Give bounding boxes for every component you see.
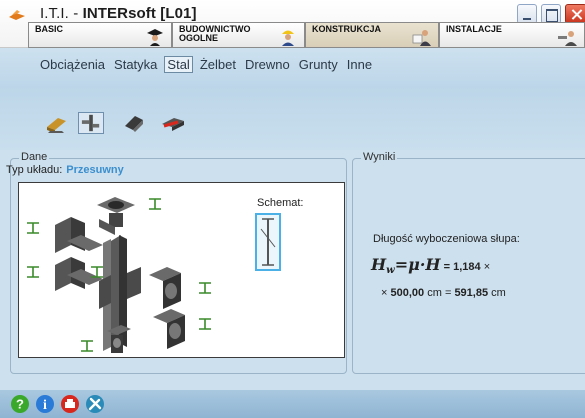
formula-subscript: w [386, 265, 395, 276]
times-sign: × [483, 261, 491, 273]
module-tab-instalacje[interactable]: INSTALACJE [439, 22, 585, 48]
column-schema-icon [260, 218, 276, 266]
bottom-toolbar: ? i [0, 390, 585, 418]
left-upper-connection[interactable] [55, 217, 103, 253]
help-icon[interactable]: ? [10, 394, 30, 414]
result-times-sign: × [381, 287, 388, 299]
iti-logo-icon [9, 10, 25, 20]
i-profile-icon[interactable] [27, 222, 39, 234]
module-tab-konstrukcja[interactable]: KONSTRUKCJA [305, 22, 439, 48]
left-lower-connection[interactable] [55, 257, 103, 291]
tools-icon[interactable] [85, 394, 105, 414]
menu-item-obciazenia[interactable]: Obciążenia [38, 56, 107, 73]
dane-title: Dane [19, 151, 50, 163]
roof-truss-icon[interactable] [122, 112, 148, 134]
result-unit: cm [491, 287, 506, 299]
menu-item-grunty[interactable]: Grunty [297, 56, 340, 73]
i-profile-icon[interactable] [199, 282, 211, 294]
module-tab-budownictwo[interactable]: BUDOWNICTWO OGOLNE [172, 22, 305, 48]
tool-row [0, 86, 585, 150]
beam-icon[interactable] [44, 112, 70, 134]
wyniki-panel: Wyniki Długość wyboczeniowa słupa: Hw=μ·… [352, 151, 585, 374]
top-connection[interactable] [97, 197, 135, 235]
buckling-length-value: 591,85 [454, 287, 489, 299]
connection-diagram [27, 197, 211, 353]
wyniki-title: Wyniki [361, 151, 398, 163]
typ-ukladu-row: Typ układu: Przesuwny [6, 164, 124, 176]
i-profile-icon[interactable] [149, 198, 161, 210]
connection-drawing-area: Schemat: [18, 182, 345, 358]
column-connection-icon[interactable] [78, 112, 104, 134]
window-title: I.T.I. - INTERsoft [L01] [40, 5, 197, 22]
menu-bar: Obciążenia Statyka Stal Żelbet Drewno Grunty I… [0, 48, 585, 86]
graduate-icon [147, 29, 163, 46]
formula-rhs: =μ·H [394, 255, 441, 274]
formula-lhs: H [371, 255, 387, 274]
schemat-preview[interactable] [255, 213, 281, 271]
right-lower-connection[interactable] [153, 309, 185, 349]
column-height-value: 500,00 [390, 287, 425, 299]
print-icon[interactable] [60, 394, 80, 414]
typ-ukladu-value[interactable]: Przesuwny [66, 164, 123, 176]
close-button[interactable] [565, 4, 585, 24]
red-connection-icon[interactable] [160, 112, 186, 134]
builder-icon [282, 30, 294, 46]
buckling-formula: Hw=μ·H = 1,184 × [371, 255, 490, 276]
i-profile-icon[interactable] [199, 318, 211, 330]
buckling-length-label: Długość wyboczeniowa słupa: [373, 233, 520, 245]
module-tabs: BASIC BUDOWNICTWO OGOLNE KONSTRUKCJA INS… [0, 22, 585, 48]
menu-item-stal[interactable]: Stal [164, 56, 193, 73]
i-profile-icon[interactable] [27, 266, 39, 278]
minimize-button[interactable] [517, 4, 537, 24]
schemat-label: Schemat: [257, 197, 304, 209]
engineer-icon [412, 30, 431, 46]
info-icon[interactable]: i [35, 394, 55, 414]
result-equals: cm = [427, 287, 452, 299]
i-profile-icon[interactable] [81, 340, 93, 352]
menu-item-inne[interactable]: Inne [345, 56, 374, 73]
svg-text:?: ? [16, 397, 24, 412]
plumber-icon [558, 31, 577, 46]
svg-text:i: i [43, 398, 47, 413]
menu-item-statyka[interactable]: Statyka [112, 56, 159, 73]
menu-item-drewno[interactable]: Drewno [243, 56, 292, 73]
mu-value: = 1,184 [443, 261, 481, 273]
right-upper-connection[interactable] [149, 267, 181, 309]
maximize-button[interactable] [541, 4, 561, 24]
category-menu: Obciążenia Statyka Stal Żelbet Drewno Grunty I… [38, 56, 379, 73]
main-area: Dane Typ układu: Przesuwny Schemat: Wyni… [0, 150, 585, 390]
menu-item-zelbet[interactable]: Żelbet [198, 56, 238, 73]
typ-ukladu-label: Typ układu: [6, 164, 63, 176]
module-tab-basic[interactable]: BASIC [28, 22, 172, 48]
buckling-result: × 500,00 cm = 591,85 cm [381, 287, 506, 299]
